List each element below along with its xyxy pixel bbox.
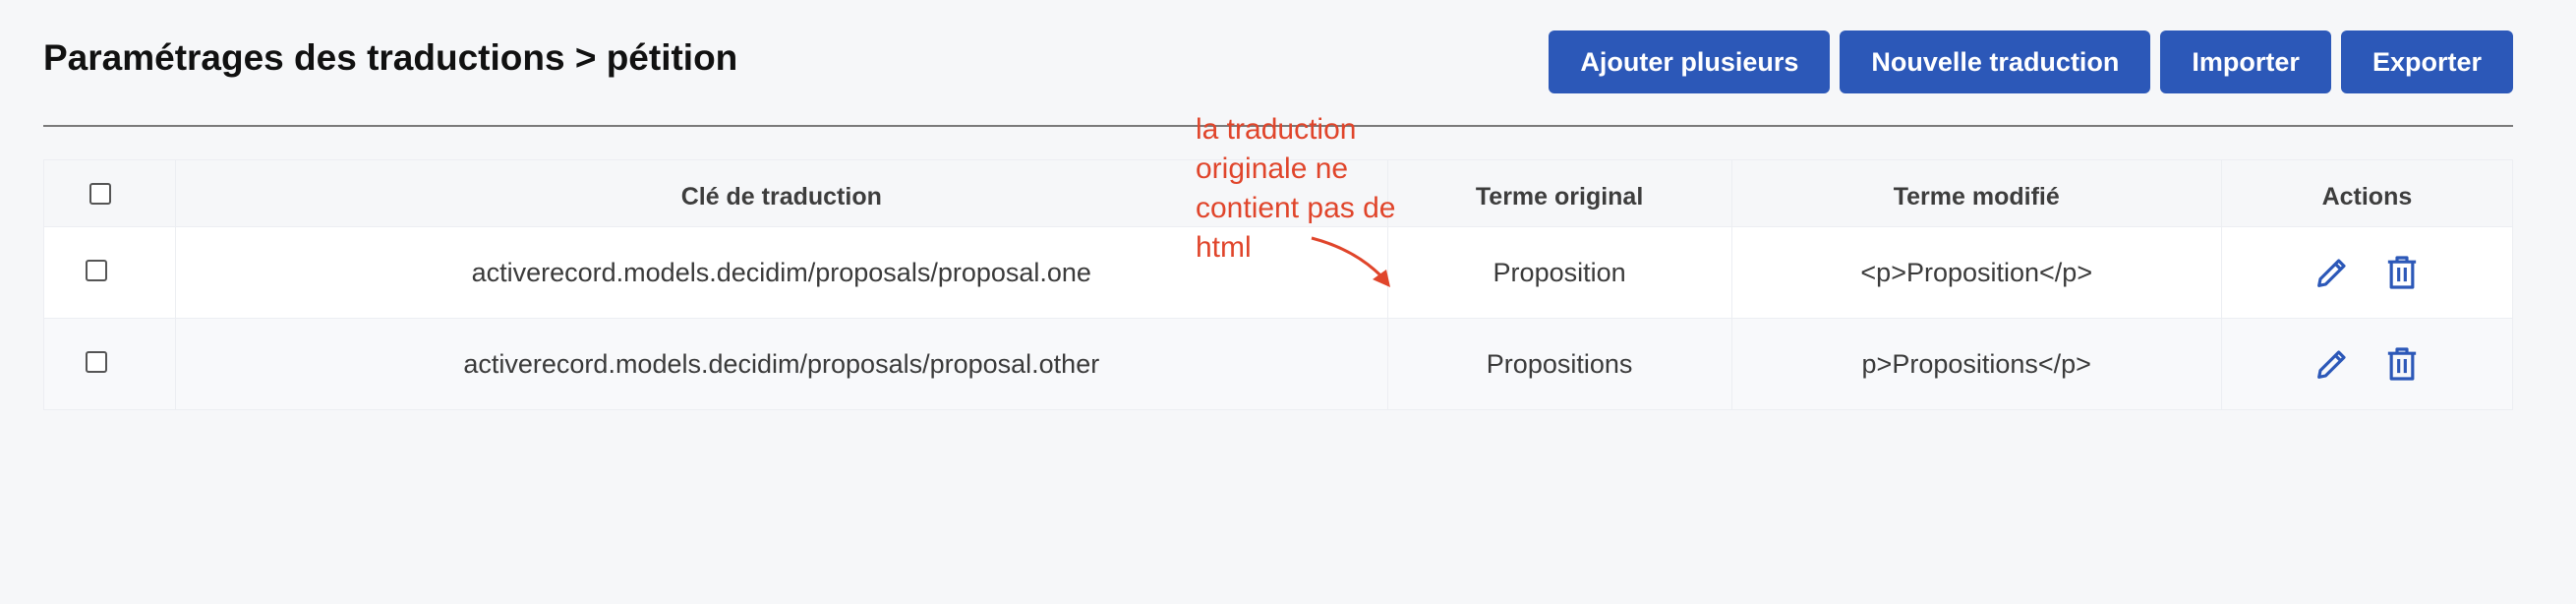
table-row: activerecord.models.decidim/proposals/pr… [42,318,2514,410]
column-header-original: Terme original [1386,159,1732,227]
select-all-cell [42,159,177,227]
original-term: Propositions [1386,318,1732,410]
export-button[interactable]: Exporter [2340,30,2513,93]
annotation-line: contient pas de [1196,192,1396,224]
annotation-arrow-icon [1311,236,1390,287]
trash-icon[interactable] [2382,253,2422,292]
row-checkbox[interactable] [85,259,107,281]
column-header-actions: Actions [2220,159,2514,227]
header-actions: Ajouter plusieurs Nouvelle traduction Im… [1549,30,2513,93]
translation-key: activerecord.models.decidim/proposals/pr… [175,318,1388,410]
select-all-checkbox[interactable] [88,182,111,205]
annotation-line: originale ne [1196,152,1349,185]
trash-icon[interactable] [2382,344,2422,384]
row-select-cell [42,226,177,319]
pencil-icon[interactable] [2313,253,2352,292]
pencil-icon[interactable] [2313,344,2352,384]
modified-term: <p>Proposition</p> [1730,226,2222,319]
import-button[interactable]: Importer [2160,30,2331,93]
row-checkbox[interactable] [85,350,107,373]
page-header: Paramétrages des traductions > pétition … [43,30,2513,98]
page: Paramétrages des traductions > pétition … [0,0,2576,604]
row-actions [2220,318,2514,410]
modified-term: p>Propositions</p> [1730,318,2222,410]
page-title: Paramétrages des traductions > pétition [43,37,738,78]
new-translation-button[interactable]: Nouvelle traduction [1840,30,2151,93]
add-multiple-button[interactable]: Ajouter plusieurs [1549,30,1831,93]
row-actions [2220,226,2514,319]
column-header-modified: Terme modifié [1730,159,2222,227]
row-select-cell [42,318,177,410]
annotation-line: la traduction [1196,113,1357,146]
original-term: Proposition [1386,226,1732,319]
